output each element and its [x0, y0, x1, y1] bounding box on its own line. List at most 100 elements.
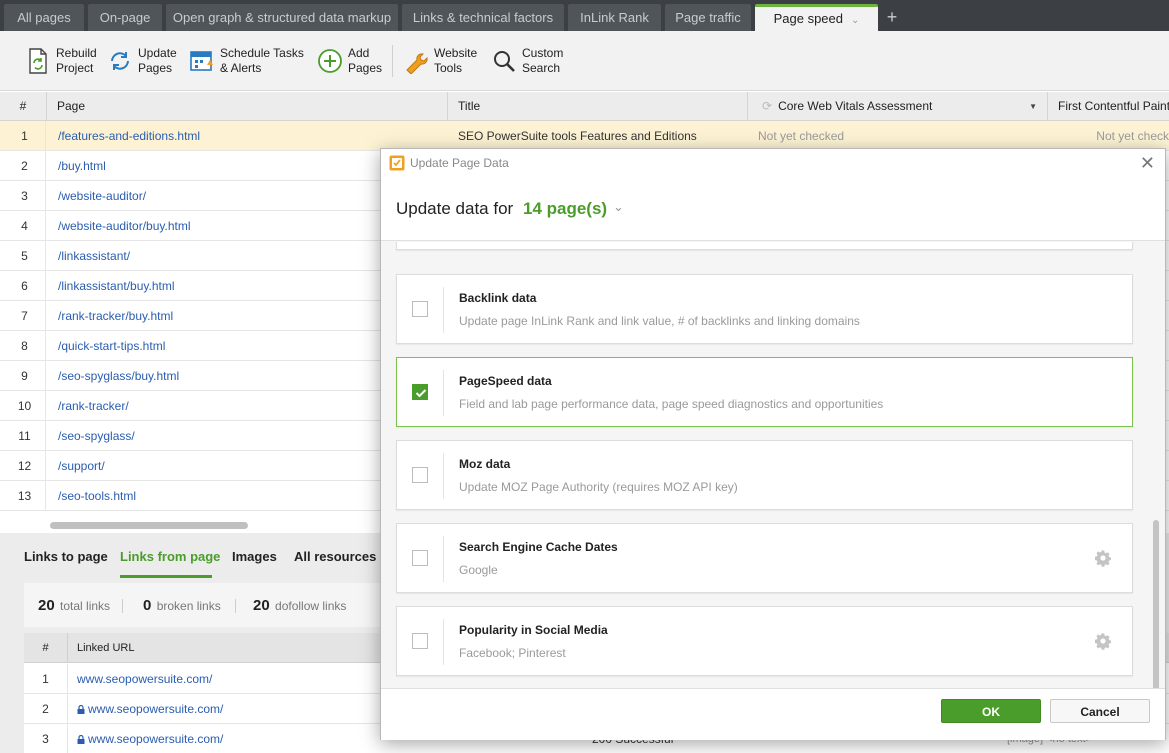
- linked-url[interactable]: www.seopowersuite.com/: [77, 694, 223, 724]
- row-number: 3: [24, 724, 68, 753]
- linked-url-text: www.seopowersuite.com/: [88, 732, 224, 746]
- ok-button[interactable]: OK: [941, 699, 1041, 723]
- row-number: 10: [4, 391, 46, 421]
- options-list: Backlink data Update page InLink Rank and…: [381, 242, 1165, 688]
- grid-header: # Page Title ⟳ Core Web Vitals Assessment…: [0, 92, 1169, 121]
- table-row[interactable]: 1/features-and-editions.html SEO PowerSui…: [0, 121, 1169, 151]
- tab-bar: All pages On-page Open graph & structure…: [0, 0, 1169, 31]
- column-header-num[interactable]: #: [24, 633, 68, 663]
- divider: [443, 287, 444, 333]
- dialog-title: Update Page Data: [410, 156, 509, 170]
- option-description: Facebook; Pinterest: [459, 646, 566, 660]
- option-social-media[interactable]: Popularity in Social Media Facebook; Pint…: [396, 606, 1133, 676]
- page-url-link[interactable]: /features-and-editions.html: [58, 121, 443, 151]
- toolbar-divider: [392, 45, 393, 77]
- checkbox[interactable]: [412, 550, 428, 566]
- refresh-icon: ⟳: [762, 99, 773, 113]
- tab-page-traffic[interactable]: Page traffic: [665, 4, 751, 31]
- divider: [443, 370, 444, 416]
- option-title: Search Engine Cache Dates: [459, 540, 618, 554]
- row-number: 7: [4, 301, 46, 331]
- rebuild-icon: [24, 47, 52, 75]
- row-number: 9: [4, 361, 46, 391]
- close-icon[interactable]: ✕: [1140, 153, 1155, 174]
- option-title: Moz data: [459, 457, 511, 471]
- app-logo-icon: [389, 155, 405, 171]
- tab-all-resources[interactable]: All resources: [294, 549, 376, 564]
- option-description: Google: [459, 563, 498, 577]
- row-number: 3: [4, 181, 46, 211]
- row-number: 2: [24, 694, 68, 724]
- add-tab-button[interactable]: +: [882, 4, 902, 31]
- divider: [443, 619, 444, 665]
- row-number: 6: [4, 271, 46, 301]
- vertical-scrollbar[interactable]: [1153, 520, 1159, 688]
- fcp-cell: Not yet check: [1096, 129, 1169, 143]
- page-count-selector[interactable]: 14 page(s): [523, 199, 607, 219]
- lock-icon: [77, 725, 85, 744]
- dialog-footer: OK Cancel: [381, 688, 1165, 740]
- option-moz-data[interactable]: Moz data Update MOZ Page Authority (requi…: [396, 440, 1133, 510]
- schedule-tasks-button[interactable]: Schedule Tasks & Alerts: [188, 41, 304, 81]
- calendar-icon: [188, 47, 216, 75]
- dialog-titlebar: Update Page Data ✕: [381, 149, 1165, 179]
- tab-open-graph[interactable]: Open graph & structured data markup: [166, 4, 398, 31]
- page-title-cell: SEO PowerSuite tools Features and Editio…: [458, 129, 697, 143]
- stat-divider: [122, 599, 123, 613]
- tab-images[interactable]: Images: [232, 549, 277, 564]
- row-number: 4: [4, 211, 46, 241]
- checkbox[interactable]: [412, 467, 428, 483]
- tab-all-pages[interactable]: All pages: [4, 4, 84, 31]
- cancel-button[interactable]: Cancel: [1050, 699, 1150, 723]
- gear-icon[interactable]: [1094, 549, 1112, 567]
- gear-icon[interactable]: [1094, 632, 1112, 650]
- row-number: 13: [4, 481, 46, 511]
- checkbox[interactable]: [412, 384, 428, 400]
- update-page-data-dialog: Update Page Data ✕ Update data for 14 pa…: [380, 148, 1166, 740]
- option-title: Popularity in Social Media: [459, 623, 608, 637]
- stat-dofollow-links: 20 dofollow links: [253, 597, 347, 614]
- column-header-title[interactable]: Title: [448, 92, 748, 121]
- chevron-down-icon[interactable]: ⌄: [613, 199, 624, 215]
- linked-url[interactable]: www.seopowersuite.com/: [77, 724, 223, 753]
- tab-links-to-page[interactable]: Links to page: [24, 549, 108, 564]
- update-pages-button[interactable]: Update Pages: [106, 41, 177, 81]
- option-title: PageSpeed data: [459, 374, 552, 388]
- tab-on-page[interactable]: On-page: [88, 4, 162, 31]
- checkmark-icon: [415, 389, 427, 398]
- stat-total-links: 20 total links: [38, 597, 111, 614]
- tab-links-from-page[interactable]: Links from page: [120, 549, 220, 564]
- rebuild-project-button[interactable]: Rebuild Project: [24, 41, 97, 81]
- lock-icon: [77, 695, 85, 714]
- option-backlink-data[interactable]: Backlink data Update page InLink Rank and…: [396, 274, 1133, 344]
- option-description: Field and lab page performance data, pag…: [459, 397, 884, 411]
- tab-page-speed[interactable]: Page speed ⌄: [755, 4, 878, 31]
- horizontal-scrollbar[interactable]: [50, 522, 248, 529]
- column-header-linked-url[interactable]: Linked URL: [77, 633, 134, 663]
- dialog-heading: Update data for: [396, 199, 514, 218]
- option-search-engine-cache[interactable]: Search Engine Cache Dates Google: [396, 523, 1133, 593]
- checkbox[interactable]: [412, 633, 428, 649]
- tab-inlink-rank[interactable]: InLink Rank: [568, 4, 661, 31]
- linked-url-text: www.seopowersuite.com/: [88, 702, 224, 716]
- divider: [443, 536, 444, 582]
- tab-links-technical[interactable]: Links & technical factors: [402, 4, 564, 31]
- plus-circle-icon: [316, 47, 344, 75]
- row-number: 11: [4, 421, 46, 451]
- column-header-cwv[interactable]: ⟳ Core Web Vitals Assessment ▼: [748, 92, 1048, 121]
- toolbar: Rebuild Project Update Pages Schedule Ta…: [0, 31, 1169, 91]
- sort-dropdown-icon[interactable]: ▼: [1029, 92, 1037, 121]
- linked-url[interactable]: www.seopowersuite.com/: [77, 664, 212, 694]
- website-tools-button[interactable]: Website Tools: [402, 41, 477, 81]
- custom-search-button[interactable]: Custom Search: [490, 41, 563, 81]
- add-pages-button[interactable]: Add Pages: [316, 41, 382, 81]
- linked-url-text: www.seopowersuite.com/: [77, 672, 213, 686]
- option-pagespeed-data[interactable]: PageSpeed data Field and lab page perform…: [396, 357, 1133, 427]
- checkbox[interactable]: [412, 301, 428, 317]
- column-header-fcp[interactable]: First Contentful Paint (F: [1048, 92, 1169, 121]
- chevron-down-icon[interactable]: ⌄: [851, 15, 859, 26]
- column-header-num[interactable]: #: [0, 92, 47, 121]
- column-header-page[interactable]: Page: [47, 92, 448, 121]
- row-number: 12: [4, 451, 46, 481]
- divider: [443, 453, 444, 499]
